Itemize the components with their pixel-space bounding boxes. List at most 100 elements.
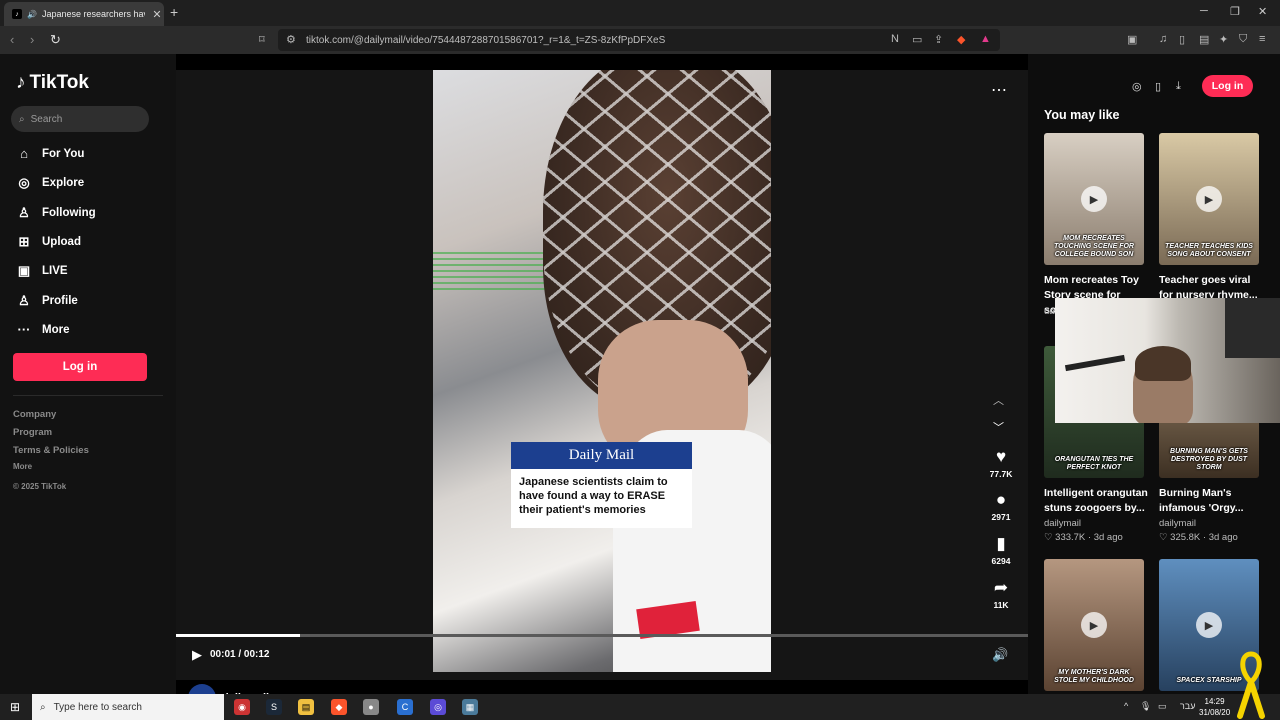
nav-more[interactable]: ··· More [16,322,70,337]
leo-ai-icon[interactable]: ✦ [1219,33,1228,46]
login-button[interactable]: Log in [1202,75,1253,97]
reload-button[interactable]: ↻ [50,32,61,48]
author-name[interactable]: dailymail [1159,518,1196,529]
browser-tab-bar: ♪ 🔊 Japanese researchers have cl ✕ + ─ ❐… [0,0,1280,26]
app-icon[interactable]: ● [363,699,379,715]
tray-chevron-icon[interactable]: ^ [1124,701,1128,711]
windows-taskbar: ⊞ ⌕ Type here to search ◉ S ▤ ◆ ● C ◎ ▦ … [0,694,1280,720]
tiktok-logo[interactable]: ♪ TikTok [16,72,89,94]
download-icon[interactable]: ⤓ [1176,80,1181,93]
brave-shields-icon[interactable]: ◆ [957,33,965,46]
comment-count: 2971 [991,512,1011,522]
app-icon[interactable]: C [397,699,413,715]
search-placeholder: Search [30,113,63,125]
play-icon[interactable]: ▶ [192,647,202,663]
menu-icon[interactable]: ≡ [1259,33,1265,45]
network-icon[interactable]: ▭ [1158,701,1167,712]
taskbar-search-input[interactable]: ⌕ Type here to search [32,694,224,720]
app-icon[interactable]: ◎ [430,699,446,715]
app-icon[interactable]: ◉ [234,699,250,715]
wallet-icon[interactable]: ▤ [1199,33,1209,46]
footer-terms-link[interactable]: Terms & Policies [13,445,89,456]
video-frame[interactable]: Daily Mail Japanese scientists claim to … [433,70,771,672]
video-thumbnail[interactable]: ▶ TEACHER TEACHES KIDS SONG ABOUT CONSEN… [1159,133,1259,265]
caption-text: Japanese scientists claim to have found … [519,476,668,516]
forward-button[interactable]: › [30,32,34,47]
search-icon: ⌕ [19,113,25,125]
section-title: You may like [1044,108,1120,122]
like-button[interactable]: ♥ 77.7K [984,447,1018,479]
close-tab-icon[interactable]: ✕ [150,8,164,21]
reader-mode-icon[interactable]: N [891,33,899,45]
more-options-icon[interactable]: ⋯ [991,80,1007,100]
more-dots-icon: ··· [17,322,31,337]
footer-more-link[interactable]: More [13,462,32,471]
thumbnail-overlay-text: BURNING MAN'S GETS DESTROYED BY DUST STO… [1170,448,1248,471]
nav-for-you[interactable]: ⌂ For You [16,146,84,161]
bookmark-icon[interactable]: ⌑ [259,33,265,46]
site-info-icon[interactable]: ⚙ [286,33,296,46]
thumbnail-overlay-text: ORANGUTAN TIES THE PERFECT KNOT [1054,456,1134,471]
vpn-icon[interactable]: ⛉ [1239,33,1247,46]
back-button[interactable]: ‹ [10,32,14,47]
share-count: 11K [993,600,1009,610]
share-button[interactable]: ➦ 11K [984,578,1018,610]
device-icon[interactable]: ▯ [1155,80,1161,93]
microphone-icon[interactable]: 🎙 [1140,701,1151,712]
volume-icon[interactable]: 🔊 [992,647,1008,663]
nav-label: Profile [42,295,78,307]
file-explorer-icon[interactable]: ▤ [298,699,314,715]
previous-video-button[interactable]: ︿ [993,392,1004,408]
bookmark-icon: ▮ [996,534,1006,553]
audio-playing-icon: 🔊 [27,9,37,19]
restore-window-button[interactable]: ❐ [1230,5,1240,18]
browser-tab[interactable]: ♪ 🔊 Japanese researchers have cl ✕ [4,2,164,26]
video-thumbnail[interactable]: ▶ MOM RECREATES TOUCHING SCENE FOR COLLE… [1044,133,1144,265]
comment-button[interactable]: ● 2971 [984,490,1018,522]
language-indicator[interactable]: עבר [1180,701,1195,711]
video-title[interactable]: Intelligent orangutan stuns zoogoers by.… [1044,486,1148,516]
divider [13,395,163,396]
progress-fill [176,634,300,637]
video-thumbnail[interactable]: ▶ MY MOTHER'S DARK STOLE MY CHILDHOOD [1044,559,1144,691]
nav-label: For You [42,147,85,160]
nav-upload[interactable]: ⊞ Upload [16,234,81,250]
panel-icon[interactable]: ▯ [1179,33,1185,46]
nav-explore[interactable]: ◎ Explore [16,175,84,191]
author-name[interactable]: dailymail [1044,518,1081,529]
app-icon[interactable]: ▦ [462,699,478,715]
cast-icon[interactable]: ▭ [912,33,922,46]
compass-icon[interactable]: ◎ [1132,80,1142,93]
next-video-button[interactable]: ﹀ [993,419,1004,435]
search-icon: ⌕ [40,701,46,713]
nav-profile[interactable]: ♙ Profile [16,293,78,309]
thumbnail-overlay-text: TEACHER TEACHES KIDS SONG ABOUT CONSENT [1165,243,1253,258]
daily-mail-logo: Daily Mail [511,442,692,469]
author-name[interactable]: da [1044,306,1055,317]
new-tab-button[interactable]: + [170,4,178,20]
windows-start-icon[interactable]: ⊞ [10,700,20,714]
clock[interactable]: 14:29 31/08/20 [1199,696,1230,718]
steam-icon[interactable]: S [266,699,282,715]
save-button[interactable]: ▮ 6294 [984,534,1018,566]
share-arrow-icon: ➦ [993,578,1009,597]
login-button[interactable]: Log in [13,353,147,381]
progress-bar[interactable] [176,634,1028,637]
footer-program-link[interactable]: Program [13,427,52,438]
share-icon[interactable]: ⇪ [934,33,943,46]
nav-label: More [42,323,70,336]
nav-live[interactable]: ▣ LIVE [16,263,68,279]
nav-following[interactable]: ♙ Following [16,205,95,221]
user-icon: ♙ [18,293,30,308]
close-window-button[interactable]: ✕ [1258,5,1267,18]
nav-label: Upload [42,236,81,248]
search-input[interactable]: ⌕ Search [11,106,149,132]
brave-browser-icon[interactable]: ◆ [331,699,347,715]
video-title[interactable]: Burning Man's infamous 'Orgy... [1159,486,1263,516]
minimize-window-button[interactable]: ─ [1200,5,1208,17]
brave-rewards-icon[interactable]: ▲ [980,33,991,45]
media-icon[interactable]: ♫ [1159,33,1167,45]
sidebar-toggle-icon[interactable]: ▣ [1127,33,1137,46]
tiktok-sidebar: ♪ TikTok ⌕ Search ⌂ For You ◎ Explore ♙ … [0,54,176,694]
footer-company-link[interactable]: Company [13,409,56,420]
